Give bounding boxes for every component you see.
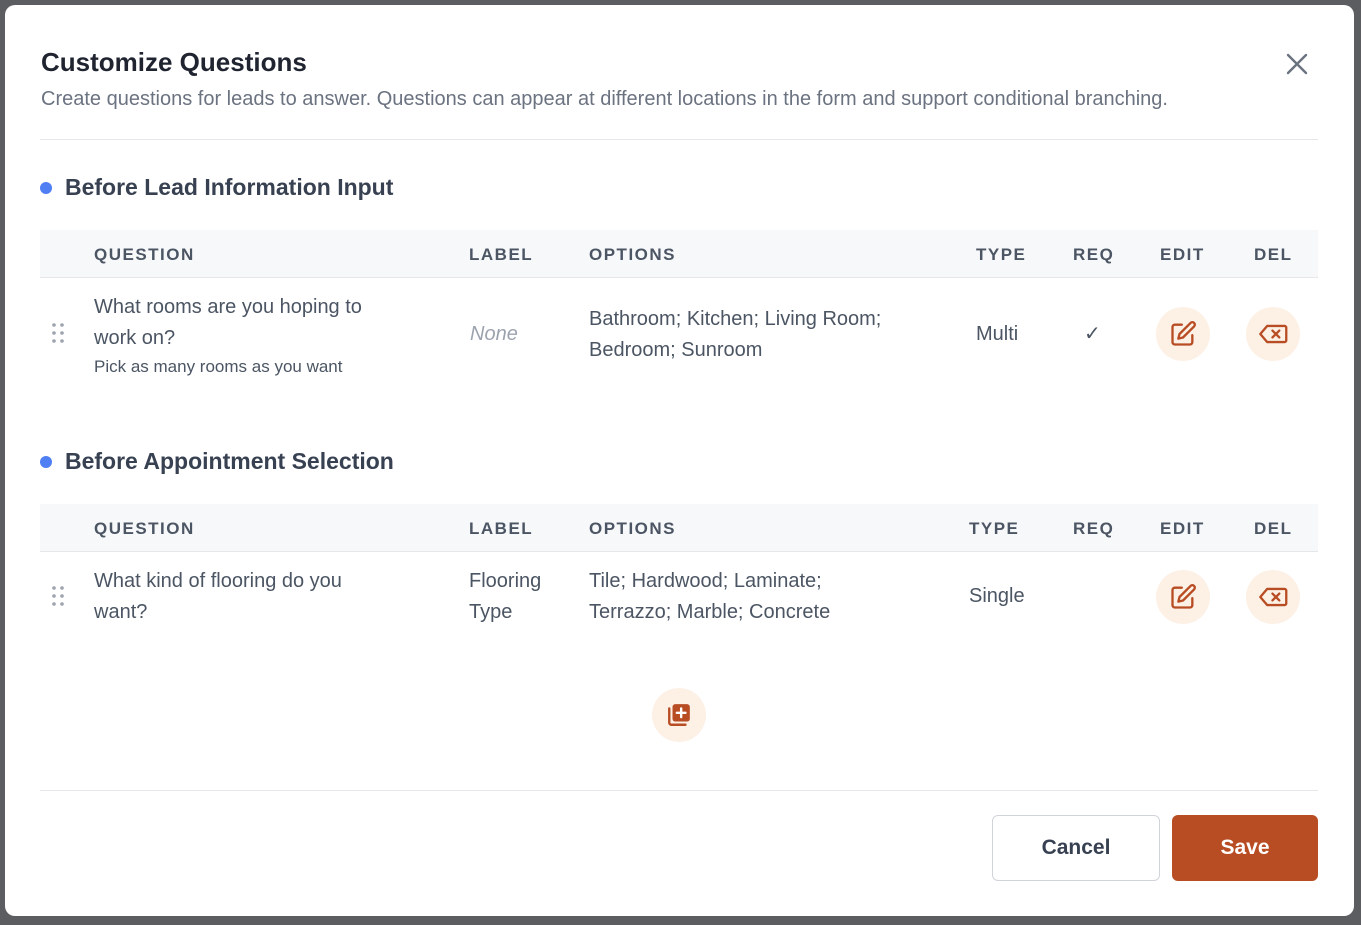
col-req: REQ (1073, 519, 1115, 538)
modal-subtitle: Create questions for leads to answer. Qu… (41, 88, 1168, 110)
type-value: Single (969, 585, 1025, 607)
add-question-button[interactable] (652, 688, 706, 742)
section-title-before-appointment: Before Appointment Selection (40, 448, 394, 475)
col-type: TYPE (969, 519, 1020, 538)
customize-questions-modal: Customize Questions Create questions for… (5, 5, 1354, 916)
col-type: TYPE (976, 245, 1027, 264)
col-edit: EDIT (1160, 519, 1205, 538)
footer-divider (40, 790, 1318, 791)
label-value-line2: Type (469, 601, 513, 623)
backspace-delete-icon (1259, 587, 1288, 607)
drag-handle-icon[interactable] (50, 321, 66, 345)
table-row: What rooms are you hoping to work on? Pi… (40, 279, 1318, 389)
required-check: ✓ (1084, 323, 1101, 345)
question-text-line2: work on? (94, 327, 176, 349)
col-del: DEL (1254, 245, 1293, 264)
col-question: QUESTION (94, 245, 195, 264)
question-text-line1: What rooms are you hoping to (94, 296, 362, 318)
table-header: QUESTION LABEL OPTIONS TYPE REQ EDIT DEL (40, 230, 1318, 278)
edit-question-button[interactable] (1156, 307, 1210, 361)
label-value: None (470, 323, 518, 345)
col-options: OPTIONS (589, 245, 677, 264)
options-line1: Bathroom; Kitchen; Living Room; (589, 308, 882, 330)
add-question-icon (668, 704, 690, 726)
close-icon (1286, 53, 1308, 75)
drag-handle-icon[interactable] (50, 584, 66, 608)
col-edit: EDIT (1160, 245, 1205, 264)
save-button[interactable]: Save (1172, 815, 1318, 881)
col-label: LABEL (469, 245, 534, 264)
col-label: LABEL (469, 519, 534, 538)
options-line2: Terrazzo; Marble; Concrete (589, 601, 831, 623)
col-options: OPTIONS (589, 519, 677, 538)
section-title-text: Before Appointment Selection (65, 448, 394, 474)
section-title-text: Before Lead Information Input (65, 174, 394, 200)
backspace-delete-icon (1259, 324, 1288, 344)
table-header: QUESTION LABEL OPTIONS TYPE REQ EDIT DEL (40, 504, 1318, 552)
options-line2: Bedroom; Sunroom (589, 339, 763, 361)
delete-question-button[interactable] (1246, 570, 1300, 624)
edit-question-button[interactable] (1156, 570, 1210, 624)
section-dot (40, 455, 52, 468)
table-row: What kind of flooring do you want? Floor… (40, 553, 1318, 643)
type-value: Multi (976, 323, 1019, 345)
label-value-line1: Flooring (469, 570, 542, 592)
section-title-before-lead-info: Before Lead Information Input (40, 174, 393, 201)
modal-title: Customize Questions (41, 47, 307, 77)
section-dot (40, 181, 52, 194)
col-del: DEL (1254, 519, 1293, 538)
header-divider (40, 139, 1318, 140)
cancel-button[interactable]: Cancel (992, 815, 1160, 881)
question-text-line1: What kind of flooring do you (94, 570, 342, 592)
question-text-line2: want? (94, 601, 148, 623)
options-line1: Tile; Hardwood; Laminate; (589, 570, 822, 592)
edit-icon (1171, 321, 1196, 346)
col-req: REQ (1073, 245, 1115, 264)
edit-icon (1171, 584, 1196, 609)
question-hint: Pick as many rooms as you want (94, 357, 343, 376)
delete-question-button[interactable] (1246, 307, 1300, 361)
col-question: QUESTION (94, 519, 195, 538)
close-button[interactable] (1283, 50, 1311, 78)
